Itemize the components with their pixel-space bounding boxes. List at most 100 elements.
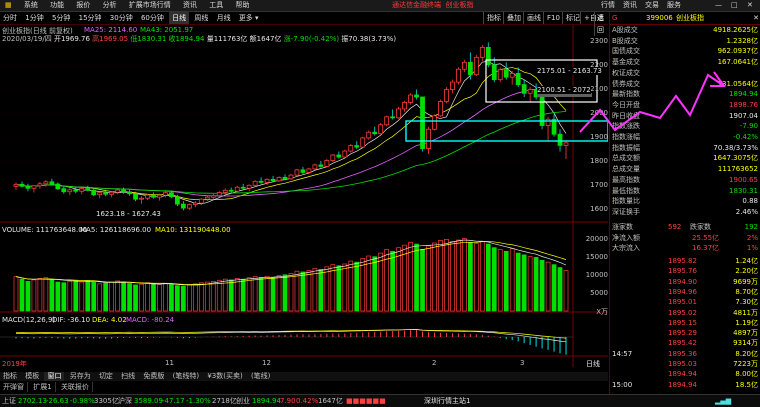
candle-body bbox=[133, 193, 138, 200]
menu-function[interactable]: 功能 bbox=[45, 0, 69, 11]
top-tab-quote[interactable]: 行情 bbox=[598, 0, 618, 11]
menu-ext-market[interactable]: 扩展市场行情 bbox=[124, 0, 176, 11]
kline-chart[interactable]: 创业板指(日线 前复权) MA25: 2114.60 MA43: 2051.97… bbox=[0, 25, 608, 369]
tick-volume: 8.20亿 bbox=[735, 349, 758, 358]
tf-daily[interactable]: 日线 bbox=[169, 12, 190, 24]
tf-more[interactable]: 更多 ▾ bbox=[236, 12, 262, 24]
top-tab-trade[interactable]: 交易 bbox=[642, 0, 662, 11]
tab-extend1[interactable]: 扩展1 bbox=[30, 382, 56, 392]
tf-30min[interactable]: 30分钟 bbox=[107, 12, 136, 24]
tab-3-buy-sell[interactable]: ¥3数(买卖) bbox=[204, 372, 245, 381]
stat-row: 债券成交 131.0564亿 bbox=[612, 80, 758, 90]
block-inflow-row: 大宗流入 16.37亿 1% bbox=[612, 244, 758, 252]
tab-saveas[interactable]: 另存为 bbox=[67, 372, 94, 381]
tab-switch[interactable]: 切定 bbox=[96, 372, 116, 381]
menu-tools[interactable]: 工具 bbox=[204, 0, 228, 11]
top-tab-news[interactable]: 资讯 bbox=[620, 0, 640, 11]
volume-bar bbox=[133, 284, 138, 312]
tick-time: 15:00 bbox=[612, 380, 633, 389]
f10-button[interactable]: F10 bbox=[543, 12, 563, 24]
close-icon[interactable]: ✕ bbox=[744, 0, 756, 11]
volume-bar bbox=[121, 282, 126, 312]
server-label[interactable]: 深圳行情主站1 bbox=[424, 395, 470, 407]
tf-weekly[interactable]: 周线 bbox=[191, 12, 211, 24]
sh-label[interactable]: 上证 bbox=[2, 395, 16, 407]
price-tick-1600: 1600 bbox=[590, 205, 608, 213]
volume-bar bbox=[210, 280, 216, 312]
chart-tabs: 指标 模板 窗口 另存为 切定 扫线 免费版 (笔线特) ¥3数(买卖) (笔线… bbox=[0, 372, 608, 381]
volume-bar bbox=[103, 282, 109, 312]
panel-close-icon[interactable]: ✕ bbox=[753, 12, 759, 24]
volume-bar bbox=[432, 242, 437, 312]
volume-ma5: MA5: 126118696.00 bbox=[80, 226, 152, 234]
cy-change: 7.90 bbox=[280, 397, 296, 405]
tab-window[interactable]: 窗口 bbox=[44, 372, 65, 381]
candle-body bbox=[306, 168, 312, 173]
tf-5min[interactable]: 5分钟 bbox=[49, 12, 73, 24]
menu-quote[interactable]: 报价 bbox=[71, 0, 95, 11]
price-tick-1800: 1800 bbox=[590, 157, 608, 165]
volume-bar bbox=[563, 270, 569, 312]
candle-body bbox=[103, 192, 109, 195]
volume-bar bbox=[300, 271, 306, 312]
hs-change: -47.17 bbox=[162, 397, 185, 405]
stat-value: 1894.94 bbox=[729, 90, 758, 99]
tab-free[interactable]: 免费版 bbox=[140, 372, 167, 381]
tab-pen-special[interactable]: (笔线特) bbox=[170, 372, 202, 381]
tick-volume: 18.5亿 bbox=[735, 380, 758, 389]
app-logo-icon[interactable]: ▦ bbox=[0, 0, 17, 11]
cy-percent: 0.42% bbox=[296, 397, 319, 405]
candle-body bbox=[563, 142, 569, 146]
candle-body bbox=[509, 73, 515, 78]
tab-indicator[interactable]: 指标 bbox=[0, 372, 20, 381]
maximize-icon[interactable]: □ bbox=[728, 0, 741, 11]
volume-bar bbox=[354, 261, 360, 312]
stat-label: 债券成交 bbox=[612, 79, 640, 88]
candle-body bbox=[497, 69, 503, 81]
tab-template[interactable]: 模板 bbox=[22, 372, 42, 381]
alert-icon[interactable]: ■■■■■■ bbox=[346, 395, 386, 407]
cy-label[interactable]: 创业 bbox=[236, 395, 250, 407]
menu-system[interactable]: 系统 bbox=[19, 0, 43, 11]
tick-row: 15:00 1894.94 18.5亿 bbox=[612, 381, 758, 391]
tf-monthly[interactable]: 月线 bbox=[214, 12, 234, 24]
tf-1min[interactable]: 1分钟 bbox=[22, 12, 46, 24]
minimize-icon[interactable]: — bbox=[712, 0, 725, 11]
vol-unit: X万 bbox=[596, 308, 608, 316]
stat-label: B股成交 bbox=[612, 36, 638, 45]
candle-body bbox=[240, 186, 246, 189]
range-annotation-1: 2175.01 - 2163.73 bbox=[537, 67, 602, 75]
volume-bar bbox=[270, 277, 276, 312]
tab-related-quote[interactable]: 关联报价 bbox=[58, 382, 93, 392]
volume-bar bbox=[515, 252, 521, 312]
tab-scan[interactable]: 扫线 bbox=[118, 372, 138, 381]
volume-bar bbox=[497, 249, 503, 312]
price-tick-1900: 1900 bbox=[590, 133, 608, 141]
tf-15min[interactable]: 15分钟 bbox=[76, 12, 105, 24]
period-label[interactable]: 日线 bbox=[586, 359, 600, 369]
candle-body bbox=[312, 164, 318, 170]
menu-analysis[interactable]: 分析 bbox=[98, 0, 122, 11]
stat-row: 总成交额 1647.3075亿 bbox=[612, 154, 758, 164]
volume-title: VOLUME: 111763648.00 bbox=[2, 226, 88, 234]
overlay-button[interactable]: 叠加 bbox=[503, 12, 524, 24]
candle-body bbox=[354, 145, 360, 148]
tab-pen[interactable]: (笔线) bbox=[248, 372, 273, 381]
candle-body bbox=[49, 181, 55, 185]
indicator-button[interactable]: 指标 bbox=[483, 12, 504, 24]
stat-label: 国债成交 bbox=[612, 47, 640, 56]
menu-news[interactable]: 资讯 bbox=[178, 0, 202, 11]
tf-intraday[interactable]: 分时 bbox=[0, 12, 20, 24]
volume-bar bbox=[372, 256, 378, 312]
candle-body bbox=[151, 194, 156, 198]
top-tab-service[interactable]: 服务 bbox=[664, 0, 684, 11]
hs-label[interactable]: 沪深 bbox=[118, 395, 132, 407]
tick-price: 1895.03 bbox=[668, 360, 697, 368]
menu-help[interactable]: 帮助 bbox=[231, 0, 255, 11]
status-bar: 上证 2702.13 -26.63 -0.98% 3305亿 沪深 3589.0… bbox=[0, 394, 760, 407]
tab-popup[interactable]: 开弹窗 bbox=[0, 382, 28, 392]
drawline-button[interactable]: 画线 bbox=[523, 12, 544, 24]
tf-60min[interactable]: 60分钟 bbox=[138, 12, 167, 24]
candle-body bbox=[228, 189, 234, 192]
candle-body bbox=[163, 192, 168, 196]
